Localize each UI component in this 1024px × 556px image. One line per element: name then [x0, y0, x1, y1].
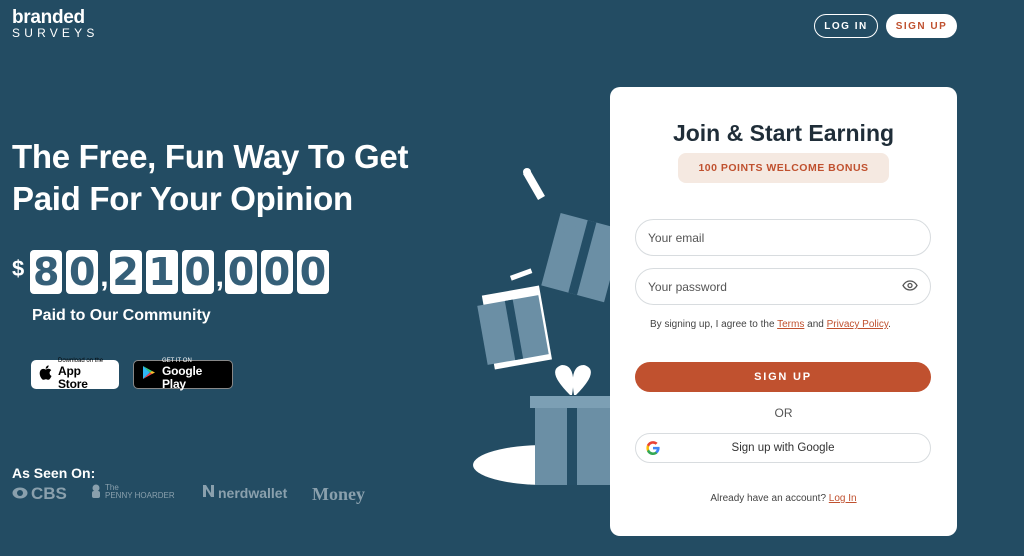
terms-notice: By signing up, I agree to the Terms and …: [650, 319, 891, 330]
as-seen-on-title: As Seen On:: [12, 465, 96, 481]
app-store-big-text: App Store: [58, 364, 88, 391]
nerdwallet-icon: [202, 484, 215, 501]
google-play-icon: [142, 365, 156, 385]
brand-logo[interactable]: branded SURVEYS: [12, 8, 99, 40]
press-cbs: CBS: [12, 484, 67, 504]
counter-digit: 8: [30, 250, 63, 294]
counter-digit: 0: [66, 250, 99, 294]
counter-comma: ,: [100, 260, 109, 293]
welcome-bonus-badge: 100 POINTS WELCOME BONUS: [678, 153, 889, 183]
hero-title: The Free, Fun Way To Get Paid For Your O…: [12, 138, 409, 217]
press-money: Money: [312, 484, 365, 504]
signup-submit-button[interactable]: SIGN UP: [635, 362, 931, 392]
paid-caption: Paid to Our Community: [32, 307, 211, 324]
penny-hoarder-text: PENNY HOARDER: [105, 491, 175, 500]
counter-digit: 0: [181, 250, 214, 294]
counter-comma: ,: [215, 260, 224, 293]
counter-digit: 1: [145, 250, 178, 294]
cbs-text: CBS: [31, 484, 67, 503]
header-signup-button[interactable]: SIGN UP: [886, 14, 957, 38]
login-link[interactable]: Log In: [829, 493, 857, 504]
counter-digit: 2: [109, 250, 142, 294]
press-nerdwallet: nerdwallet: [202, 484, 287, 501]
password-field[interactable]: [635, 268, 931, 305]
terms-link[interactable]: Terms: [777, 319, 804, 330]
signup-title: Join & Start Earning: [672, 120, 895, 146]
app-store-badge[interactable]: Download on the App Store: [31, 358, 119, 391]
google-signup-button[interactable]: Sign up with Google: [635, 433, 931, 463]
counter-digits: 80,210,000: [30, 250, 333, 294]
terms-suffix: .: [888, 319, 891, 330]
show-password-eye-icon[interactable]: [902, 278, 918, 296]
privacy-policy-link[interactable]: Privacy Policy: [827, 319, 889, 330]
google-icon: [646, 441, 660, 458]
password-input[interactable]: [648, 279, 902, 294]
counter-digit: 0: [224, 250, 257, 294]
nerdwallet-text: nerdwallet: [218, 484, 288, 501]
counter-digit: 0: [260, 250, 293, 294]
cbs-eye-icon: [12, 484, 28, 504]
penny-hoarder-icon: [90, 484, 102, 500]
already-text: Already have an account?: [710, 493, 829, 504]
brand-logo-top: branded: [12, 7, 85, 28]
email-input[interactable]: [648, 230, 918, 245]
paid-counter: $ 80,210,000: [12, 250, 333, 294]
terms-prefix: By signing up, I agree to the: [650, 319, 778, 330]
terms-and: and: [804, 319, 827, 330]
counter-digit: 0: [296, 250, 329, 294]
signup-card: Join & Start Earning 100 POINTS WELCOME …: [610, 87, 957, 536]
apple-icon: [39, 364, 52, 385]
header-login-button[interactable]: LOG IN: [814, 14, 878, 38]
press-penny-hoarder: The PENNY HOARDER: [90, 484, 175, 500]
currency-symbol: $: [12, 256, 25, 281]
gift-boxes-illustration: [473, 168, 624, 485]
brand-logo-bottom: SURVEYS: [12, 26, 99, 40]
login-prompt: Already have an account? Log In: [610, 493, 957, 504]
email-field[interactable]: [635, 219, 931, 256]
google-play-big-text: Google Play: [162, 364, 203, 391]
or-divider: OR: [774, 406, 793, 420]
google-signup-label: Sign up with Google: [731, 442, 835, 454]
google-play-badge[interactable]: GET IT ON Google Play: [133, 358, 233, 391]
